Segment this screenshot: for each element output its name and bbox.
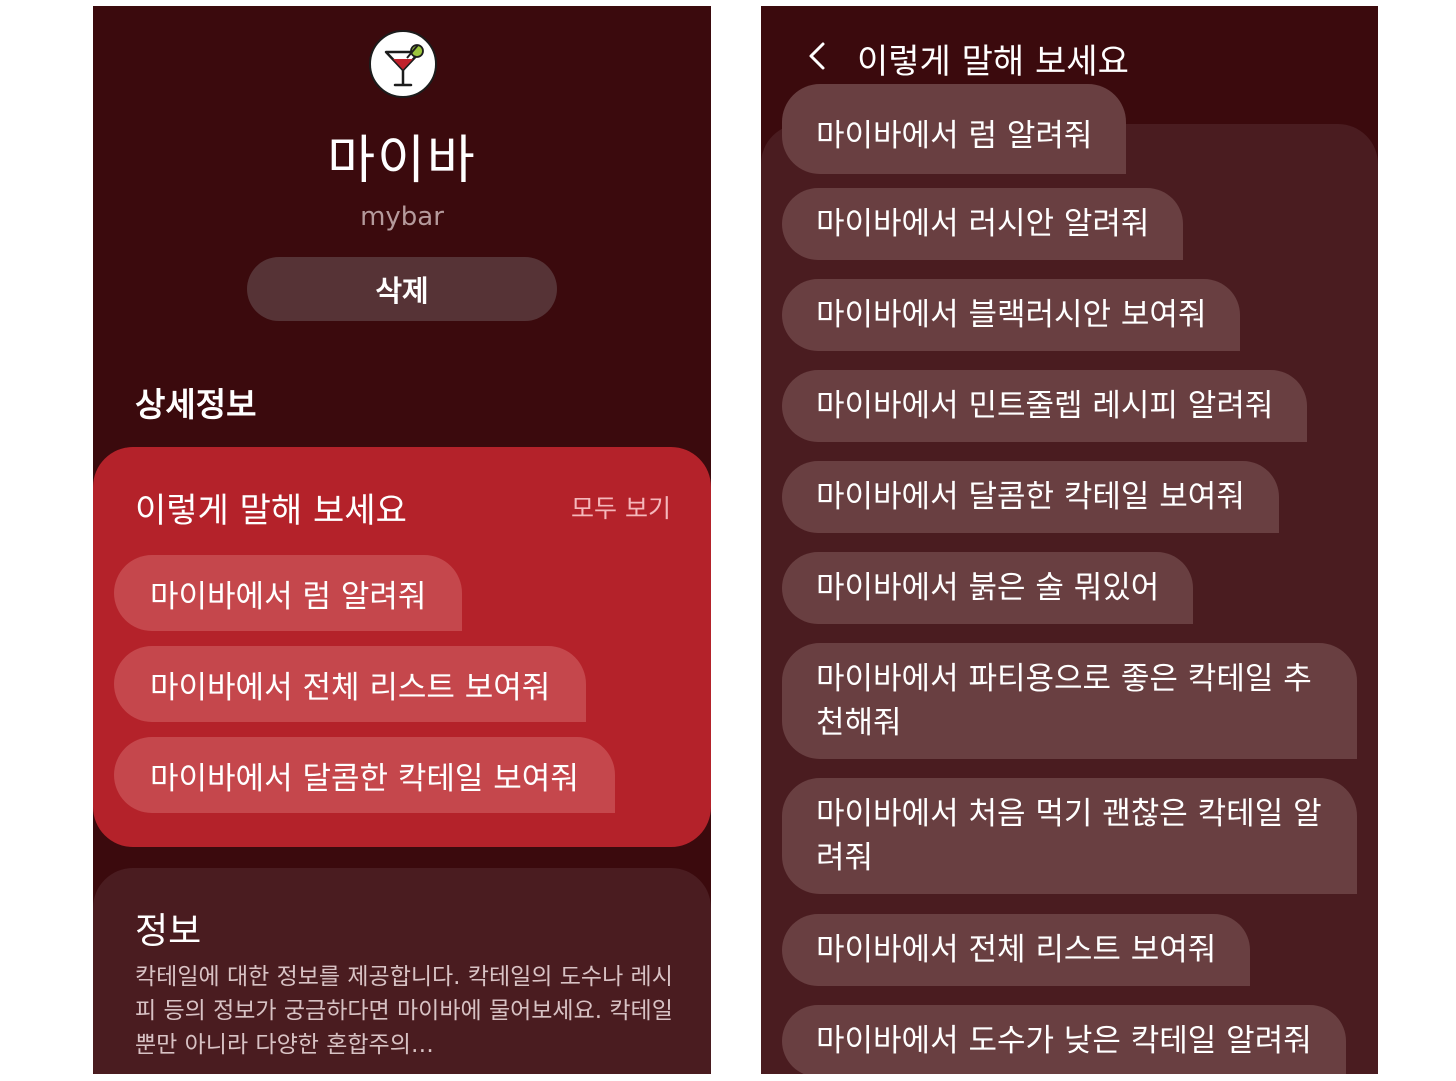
delete-button[interactable]: 삭제 bbox=[247, 257, 557, 321]
utterance-list-screen: 이렇게 말해 보세요 마이바에서 럼 알려줘 마이바에서 러시안 알려줘 마이바… bbox=[761, 6, 1378, 1074]
app-subtitle: mybar bbox=[360, 202, 444, 232]
app-detail-screen: 마이바 mybar 삭제 상세정보 이렇게 말해 보세요 모두 보기 마이바에서… bbox=[93, 6, 711, 1074]
app-name: 마이바 bbox=[327, 131, 477, 191]
utterance-chip[interactable]: 마이바에서 러시안 알려줘 bbox=[782, 188, 1184, 260]
utterance-chip[interactable]: 마이바에서 전체 리스트 보여줘 bbox=[782, 914, 1251, 986]
see-all-link[interactable]: 모두 보기 bbox=[571, 489, 671, 525]
info-title: 정보 bbox=[135, 911, 202, 952]
utterance-chip[interactable]: 마이바에서 럼 알려줘 bbox=[782, 84, 1127, 174]
examples-card-title: 이렇게 말해 보세요 bbox=[135, 491, 407, 531]
section-title: 상세정보 bbox=[135, 385, 257, 424]
info-description: 칵테일에 대한 정보를 제공합니다. 칵테일의 도수나 레시피 등의 정보가 궁… bbox=[135, 964, 673, 1058]
utterance-chip[interactable]: 마이바에서 도수가 낮은 칵테일 알려줘 bbox=[782, 1005, 1346, 1074]
back-arrow-icon[interactable] bbox=[805, 40, 829, 76]
utterance-chip[interactable]: 마이바에서 파티용으로 좋은 칵테일 추천해줘 bbox=[782, 643, 1357, 759]
info-card: 정보 칵테일에 대한 정보를 제공합니다. 칵테일의 도수나 레시피 등의 정보… bbox=[93, 868, 711, 1074]
utterance-chip[interactable]: 마이바에서 붉은 술 뭐있어 bbox=[782, 552, 1194, 624]
utterance-chip[interactable]: 마이바에서 블랙러시안 보여줘 bbox=[782, 279, 1241, 351]
utterance-list: 마이바에서 럼 알려줘 마이바에서 러시안 알려줘 마이바에서 블랙러시안 보여… bbox=[761, 84, 1378, 1074]
utterance-chip[interactable]: 마이바에서 처음 먹기 괜찮은 칵테일 알려줘 bbox=[782, 778, 1357, 894]
example-chip[interactable]: 마이바에서 럼 알려줘 bbox=[114, 555, 463, 631]
utterance-chip[interactable]: 마이바에서 달콤한 칵테일 보여줘 bbox=[782, 461, 1279, 533]
examples-card: 이렇게 말해 보세요 모두 보기 마이바에서 럼 알려줘 마이바에서 전체 리스… bbox=[93, 447, 711, 847]
utterance-chip[interactable]: 마이바에서 민트줄렙 레시피 알려줘 bbox=[782, 370, 1308, 442]
example-chip[interactable]: 마이바에서 달콤한 칵테일 보여줘 bbox=[114, 737, 615, 813]
cocktail-icon bbox=[369, 30, 437, 98]
example-chip[interactable]: 마이바에서 전체 리스트 보여줘 bbox=[114, 646, 587, 722]
page-title: 이렇게 말해 보세요 bbox=[857, 42, 1129, 82]
